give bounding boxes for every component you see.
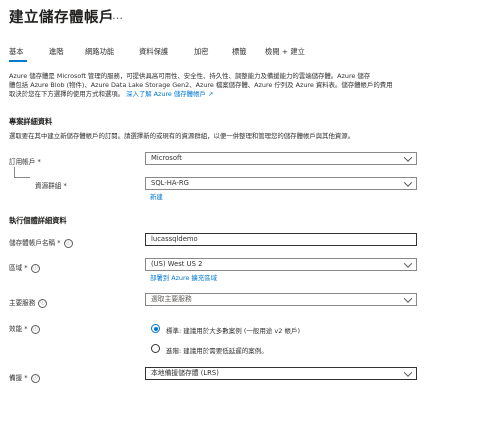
performance-premium-radio[interactable] [151, 344, 160, 353]
primary-service-label: 主要服務 ⓘ [9, 298, 48, 308]
tab-review-create[interactable]: 檢閱 + 建立 [265, 47, 305, 57]
resource-group-select[interactable]: SQL-HA-RG [145, 177, 417, 190]
redundancy-select[interactable]: 本地備援儲存體 (LRS) [145, 367, 417, 380]
performance-standard-label: 標準: 建議用於大多數案例 (一般用途 v2 帳戶) [166, 327, 301, 335]
intro-description: Azure 儲存體是 Microsoft 管理的服務，可提供具高可用性、安全性、… [9, 72, 393, 98]
tree-connector-horizontal [14, 177, 30, 178]
chevron-down-icon [403, 294, 413, 303]
redundancy-label: 備援 * ⓘ [9, 373, 40, 383]
primary-service-select[interactable]: 選取主要服務 [145, 293, 417, 306]
chevron-down-icon [403, 368, 413, 377]
info-icon[interactable]: ⓘ [30, 324, 40, 334]
region-label: 區域 * ⓘ [9, 263, 40, 273]
create-new-resource-group-link[interactable]: 新建 [150, 192, 163, 201]
project-details-heading: 專案詳細資料 [9, 117, 53, 126]
tree-connector-vertical [14, 167, 15, 177]
more-options-button[interactable]: … [112, 9, 124, 22]
performance-label: 效能 * ⓘ [9, 324, 40, 334]
info-icon[interactable]: ⓘ [30, 263, 40, 273]
tab-encryption[interactable]: 加密 [194, 47, 209, 57]
learn-more-link[interactable]: 深入了解 Azure 儲存體帳戶 ↗ [126, 90, 213, 98]
deploy-edge-zone-link[interactable]: 部署到 Azure 擴充區域 [150, 273, 217, 282]
storage-account-name-label: 儲存體帳戶名稱 * ⓘ [9, 238, 73, 248]
info-icon[interactable]: ⓘ [38, 298, 48, 308]
resource-group-label: 資源群組 * [35, 182, 67, 190]
info-icon[interactable]: ⓘ [30, 373, 40, 383]
info-icon[interactable]: ⓘ [63, 238, 73, 248]
page-title: 建立儲存體帳戶 [9, 10, 114, 26]
active-tab-indicator [9, 60, 27, 62]
chevron-down-icon [403, 259, 413, 268]
chevron-down-icon [403, 178, 413, 187]
project-details-subtitle: 選取要在其中建立新儲存體帳戶的訂閱。請選擇新的或現有的資源群組，以便一併整理和管… [9, 132, 355, 140]
tab-data-protection[interactable]: 資料保護 [139, 47, 168, 57]
tab-basics[interactable]: 基本 [9, 47, 24, 57]
performance-premium-label: 進階: 建議用於需要低延遲的案例。 [166, 347, 268, 355]
tab-networking[interactable]: 網路功能 [85, 47, 114, 57]
subscription-label: 訂用帳戶 * [9, 158, 41, 166]
chevron-down-icon [403, 153, 413, 162]
instance-details-heading: 執行個體詳細資料 [9, 216, 67, 225]
storage-account-name-input[interactable]: lucassqldemo [145, 233, 417, 246]
subscription-select[interactable]: Microsoft [145, 152, 417, 165]
performance-standard-radio[interactable] [151, 324, 160, 333]
region-select[interactable]: (US) West US 2 [145, 258, 417, 271]
tab-advanced[interactable]: 進階 [49, 47, 64, 57]
tab-tags[interactable]: 標籤 [232, 47, 247, 57]
